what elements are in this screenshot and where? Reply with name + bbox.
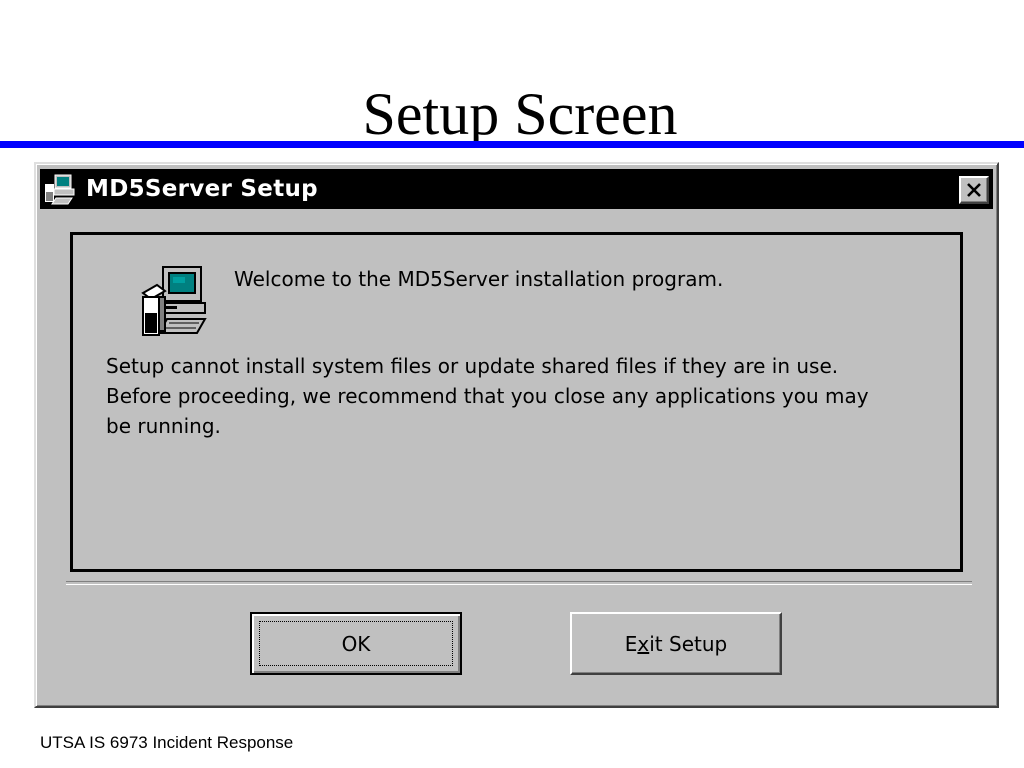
computer-setup-icon: [141, 266, 207, 336]
focus-rectangle: [259, 621, 453, 666]
exit-button-label: Exit Setup: [624, 631, 728, 656]
slide-footer: UTSA IS 6973 Incident Response: [40, 733, 294, 752]
separator: [66, 581, 972, 585]
exit-setup-button[interactable]: Exit Setup: [570, 612, 782, 675]
ok-button[interactable]: OK: [250, 612, 462, 675]
close-button[interactable]: [959, 176, 989, 204]
warning-line: Setup cannot install system files or upd…: [106, 354, 839, 378]
warning-message: Setup cannot install system files or upd…: [106, 351, 936, 441]
message-panel: Welcome to the MD5Server installation pr…: [70, 232, 963, 572]
setup-dialog: MD5Server Setup Welcome to the MD5Server…: [34, 162, 999, 708]
title-rule: [0, 141, 1024, 148]
computer-setup-icon: [45, 174, 75, 205]
close-icon: [967, 183, 981, 197]
warning-line: be running.: [106, 414, 221, 438]
dialog-title: MD5Server Setup: [86, 176, 318, 202]
slide-title: Setup Screen: [362, 81, 678, 147]
welcome-text: Welcome to the MD5Server installation pr…: [234, 267, 724, 291]
dialog-titlebar[interactable]: MD5Server Setup: [40, 169, 993, 209]
warning-line: Before proceeding, we recommend that you…: [106, 384, 869, 408]
mnemonic-key: x: [637, 631, 650, 656]
